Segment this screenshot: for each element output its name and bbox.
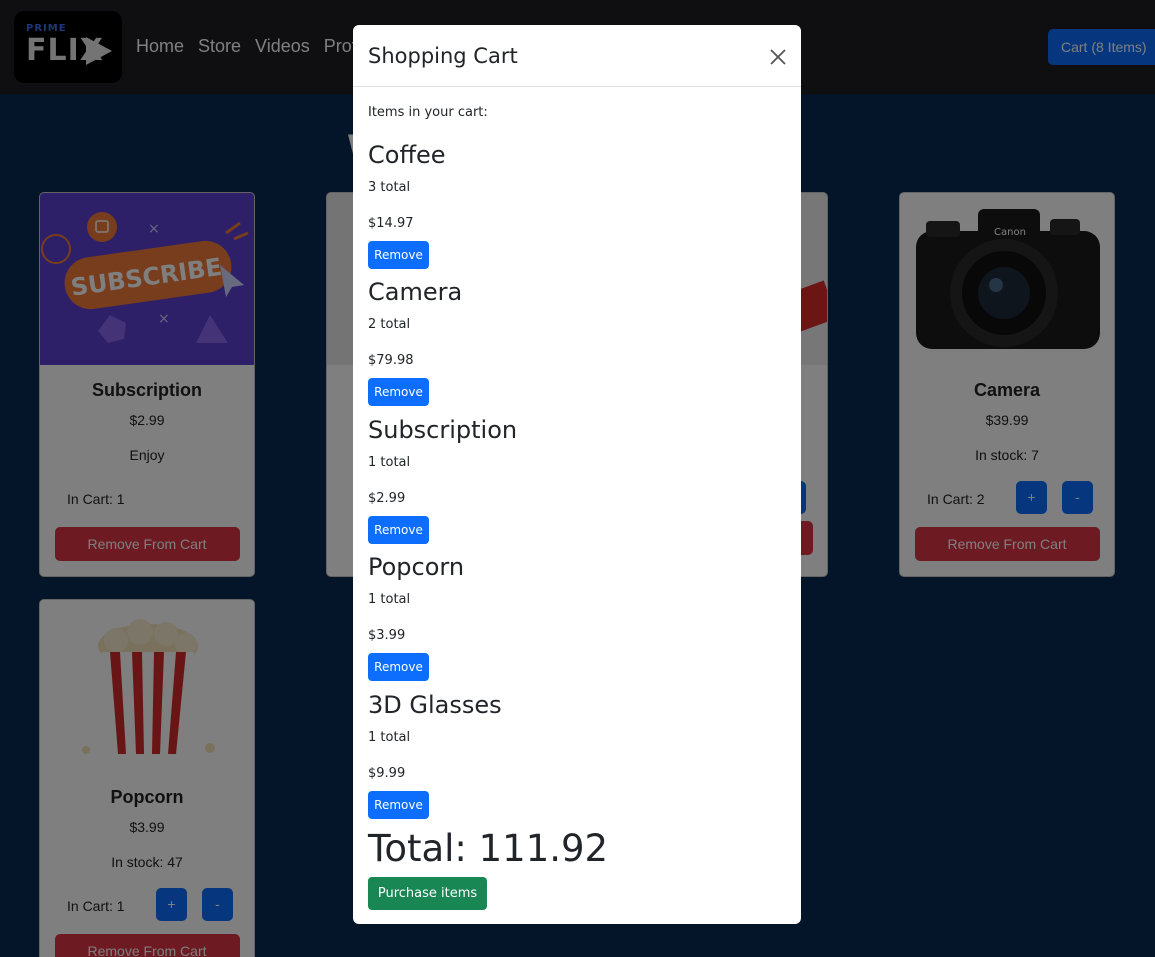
cart-item-price: $9.99 bbox=[368, 766, 406, 781]
cart-item-quantity: 2 total bbox=[368, 317, 411, 332]
cart-item-price: $79.98 bbox=[368, 353, 414, 368]
shopping-cart-modal: Shopping Cart Items in your cart: Coffee… bbox=[353, 25, 801, 924]
remove-item-button[interactable]: Remove bbox=[368, 653, 429, 681]
cart-item-price: $3.99 bbox=[368, 628, 406, 643]
remove-item-button[interactable]: Remove bbox=[368, 791, 429, 819]
remove-item-button[interactable]: Remove bbox=[368, 378, 429, 406]
cart-item-name: Popcorn bbox=[368, 553, 465, 581]
cart-item-name: 3D Glasses bbox=[368, 691, 502, 719]
cart-item-name: Subscription bbox=[368, 416, 518, 444]
remove-item-button[interactable]: Remove bbox=[368, 241, 429, 269]
cart-item-camera: Camera 2 total $79.98 Remove bbox=[368, 278, 786, 416]
purchase-items-button[interactable]: Purchase items bbox=[368, 877, 487, 910]
cart-item-coffee: Coffee 3 total $14.97 Remove bbox=[368, 141, 786, 279]
cart-item-quantity: 1 total bbox=[368, 592, 411, 607]
cart-intro-text: Items in your cart: bbox=[368, 105, 488, 120]
cart-item-subscription: Subscription 1 total $2.99 Remove bbox=[368, 416, 786, 554]
cart-item-quantity: 1 total bbox=[368, 730, 411, 745]
cart-item-quantity: 1 total bbox=[368, 455, 411, 470]
cart-item-name: Camera bbox=[368, 278, 463, 306]
cart-item-3d-glasses: 3D Glasses 1 total $9.99 Remove bbox=[368, 691, 786, 829]
cart-item-popcorn: Popcorn 1 total $3.99 Remove bbox=[368, 553, 786, 691]
cart-total: Total: 111.92 bbox=[368, 827, 609, 870]
close-icon[interactable] bbox=[767, 46, 789, 68]
cart-item-name: Coffee bbox=[368, 141, 446, 169]
cart-item-price: $2.99 bbox=[368, 491, 406, 506]
cart-item-price: $14.97 bbox=[368, 216, 414, 231]
modal-header: Shopping Cart bbox=[353, 25, 801, 87]
modal-title: Shopping Cart bbox=[368, 44, 518, 68]
cart-item-quantity: 3 total bbox=[368, 180, 411, 195]
remove-item-button[interactable]: Remove bbox=[368, 516, 429, 544]
